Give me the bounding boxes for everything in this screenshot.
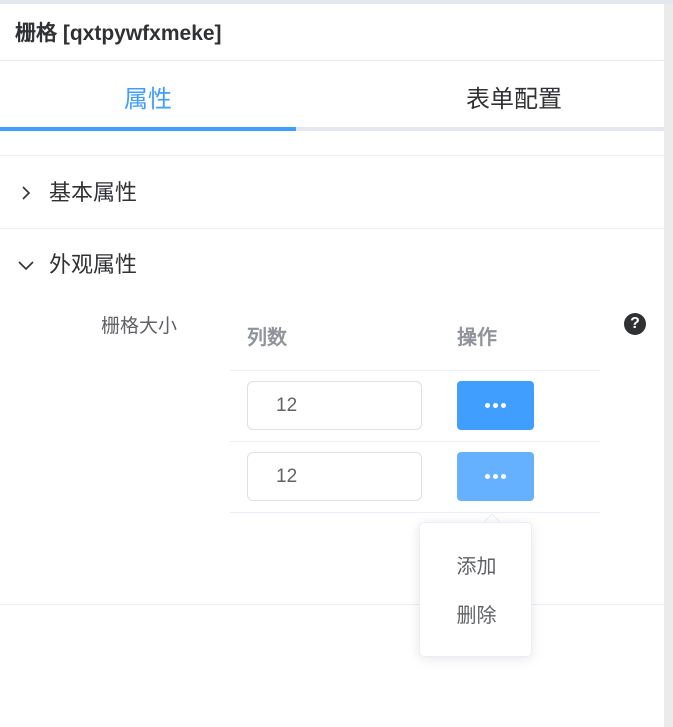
column-header-count: 列数 bbox=[247, 327, 287, 349]
more-icon bbox=[485, 474, 490, 479]
more-actions-button[interactable] bbox=[457, 381, 534, 430]
tab-form-config[interactable]: 表单配置 bbox=[368, 61, 664, 131]
column-count-input[interactable]: 12 bbox=[247, 381, 422, 430]
menu-item-add[interactable]: 添加 bbox=[420, 553, 533, 581]
divider bbox=[0, 155, 664, 156]
section-label: 基本属性 bbox=[49, 180, 138, 205]
table-row-divider bbox=[230, 512, 600, 513]
tab-properties[interactable]: 属性 bbox=[0, 61, 296, 131]
section-label: 外观属性 bbox=[49, 252, 138, 277]
actions-popover: 添加 删除 bbox=[419, 522, 532, 657]
more-actions-button[interactable] bbox=[457, 452, 534, 501]
divider bbox=[0, 604, 664, 605]
chevron-down-icon bbox=[18, 261, 34, 271]
divider bbox=[0, 228, 664, 229]
chevron-right-icon bbox=[22, 186, 31, 200]
panel-title: 栅格 [qxtpywfxmeke] bbox=[15, 22, 222, 45]
tab-bar: 属性 表单配置 bbox=[0, 61, 664, 131]
grid-size-label: 栅格大小 bbox=[101, 316, 178, 337]
more-icon bbox=[493, 403, 498, 408]
column-header-action: 操作 bbox=[457, 327, 497, 349]
table-row-divider bbox=[230, 370, 600, 371]
tab-active-indicator bbox=[0, 127, 296, 131]
column-count-input[interactable]: 12 bbox=[247, 452, 422, 501]
more-icon bbox=[501, 403, 506, 408]
menu-item-delete[interactable]: 删除 bbox=[420, 602, 533, 630]
section-basic-properties[interactable]: 基本属性 bbox=[0, 165, 664, 221]
scrollbar[interactable] bbox=[664, 4, 673, 727]
properties-panel: 栅格 [qxtpywfxmeke] 属性 表单配置 基本属性 外观属性 栅格大小… bbox=[0, 4, 664, 727]
table-row-divider bbox=[230, 441, 600, 442]
more-icon bbox=[493, 474, 498, 479]
more-icon bbox=[501, 474, 506, 479]
question-circle-icon[interactable]: ? bbox=[624, 313, 646, 335]
more-icon bbox=[485, 403, 490, 408]
section-appearance-properties[interactable]: 外观属性 bbox=[0, 237, 664, 293]
